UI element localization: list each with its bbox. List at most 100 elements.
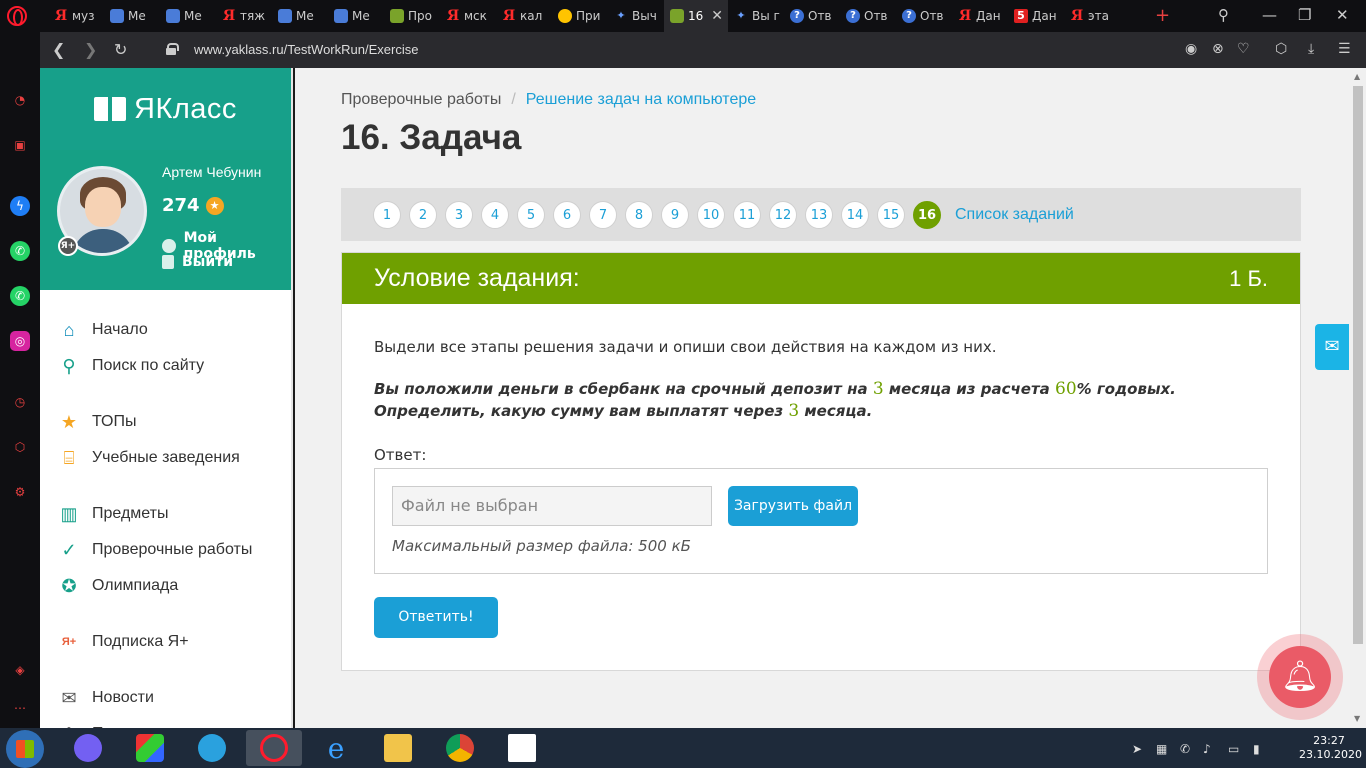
browser-tab[interactable]: ✦ Выч [608,0,664,32]
browser-tab[interactable]: Me [104,0,160,32]
breadcrumb-current[interactable]: Решение задач на компьютере [526,91,756,108]
battery-icon[interactable]: ▭ [1228,742,1239,756]
sidebar-item[interactable]: ✓ Проверочные работы [40,532,291,568]
download-icon[interactable]: ⤓ [1308,41,1314,57]
taskbar-explorer[interactable] [370,730,426,766]
search-tabs-icon[interactable]: ⚲ [1218,6,1229,24]
sidebar-item[interactable]: ☗Переменка [40,716,291,729]
browser-tab[interactable]: Я Дан [952,0,1008,32]
sidebar-item[interactable]: ★ ТОПы [40,404,291,440]
more-icon[interactable]: ⋯ [10,698,30,718]
site-logo[interactable]: ЯКласс [40,68,291,150]
task-page-button[interactable]: 12 [769,200,797,229]
new-tab-icon[interactable]: + [1155,5,1170,26]
history-icon[interactable]: ◷ [10,392,30,412]
close-window-icon[interactable]: ✕ [1336,6,1349,24]
browser-tab[interactable]: 16 ✕ [664,0,728,32]
sidebar-item[interactable]: ⚲ Поиск по сайту [40,348,291,384]
signal-icon[interactable]: ▮ [1253,742,1260,756]
browser-tab[interactable]: Якал [496,0,552,32]
adblock-icon[interactable]: ⊗ [1212,41,1224,57]
task-page-button[interactable]: 3 [445,200,473,229]
instagram-icon[interactable]: ◎ [10,331,30,351]
back-icon[interactable]: ❮ [52,40,65,59]
start-button[interactable] [6,730,44,768]
minimize-icon[interactable]: — [1262,6,1277,24]
task-page-button[interactable]: 8 [625,200,653,229]
sidebar-item[interactable]: ⌂ Начало [40,312,291,348]
forward-icon[interactable]: ❯ [84,40,97,59]
task-page-button[interactable]: 11 [733,200,761,229]
whatsapp-icon[interactable]: ✆ [10,241,30,261]
browser-tab[interactable]: ✦ Вы г [728,0,784,32]
task-page-button[interactable]: 5 [517,200,545,229]
volume-icon[interactable]: ♪ [1203,742,1211,756]
page-scrollbar[interactable]: ▲ ▼ [1350,68,1366,728]
browser-tab[interactable]: Ямск [440,0,496,32]
taskbar-chrome[interactable] [432,730,488,766]
messenger-icon[interactable]: ϟ [10,196,30,216]
file-input[interactable]: Файл не выбран [392,486,712,526]
task-page-button[interactable]: 2 [409,200,437,229]
task-page-button[interactable]: 1 [373,200,401,229]
browser-tab[interactable]: ? Отв [784,0,840,32]
cube-icon[interactable]: ⬡ [1275,41,1287,57]
task-page-button[interactable]: 9 [661,200,689,229]
breadcrumb-root[interactable]: Проверочные работы [341,91,501,108]
speed-dial-icon[interactable]: ◔ [10,90,30,110]
taskbar-viber[interactable] [60,730,116,766]
camera-icon[interactable]: ◉ [1185,41,1197,57]
sidebar-item[interactable]: Я+ Подписка Я+ [40,624,291,660]
user-name[interactable]: Артем Чебунин [162,164,261,180]
url-field[interactable]: www.yaklass.ru/TestWorkRun/Exercise [194,42,418,57]
scroll-up-icon[interactable]: ▲ [1354,72,1360,81]
task-page-button[interactable]: 6 [553,200,581,229]
vpn-icon[interactable]: ◈ [10,660,30,680]
browser-tab[interactable]: Ятяж [216,0,272,32]
scroll-down-icon[interactable]: ▼ [1354,714,1360,723]
feedback-mail-icon[interactable]: ✉ [1315,324,1349,370]
task-page-button[interactable]: 10 [697,200,725,229]
task-page-button[interactable]: 13 [805,200,833,229]
easy-setup-icon[interactable]: ☰ [1338,41,1351,57]
scroll-thumb[interactable] [1353,86,1363,644]
heart-icon[interactable]: ♡ [1237,41,1250,57]
browser-tab[interactable]: При [552,0,608,32]
submit-answer-button[interactable]: Ответить! [374,597,498,638]
task-page-button[interactable]: 16 [913,200,941,229]
notification-widget[interactable]: 🔔︎ [1257,634,1343,720]
system-clock[interactable]: 23:27 23.10.2020 [1299,734,1362,762]
browser-tab[interactable]: Me [328,0,384,32]
task-page-button[interactable]: 4 [481,200,509,229]
browser-tab[interactable]: ? Отв [840,0,896,32]
task-page-button[interactable]: 15 [877,200,905,229]
taskbar-opera[interactable] [246,730,302,766]
upload-file-button[interactable]: Загрузить файл [728,486,858,526]
browser-tab[interactable]: 5 Дан [1008,0,1064,32]
taskbar-ie[interactable]: e [308,730,364,766]
taskbar-abcnet[interactable] [494,730,550,766]
whatsapp-icon-2[interactable]: ✆ [10,286,30,306]
sidebar-item[interactable]: ▥ Предметы [40,496,291,532]
task-page-button[interactable]: 7 [589,200,617,229]
task-page-button[interactable]: 14 [841,200,869,229]
taskbar-telegram[interactable] [184,730,240,766]
taskbar-rubik[interactable] [122,730,178,766]
restore-icon[interactable]: ❐ [1298,6,1311,24]
browser-tab[interactable]: Ямуз [48,0,104,32]
browser-tab[interactable]: Про [384,0,440,32]
browser-tab[interactable]: ? Отв [896,0,952,32]
sidebar-item[interactable]: ✉ Новости [40,680,291,716]
logout-link[interactable]: Выйти [162,254,233,270]
extensions-icon[interactable]: ⬡ [10,437,30,457]
viber-tray-icon[interactable]: ✆ [1180,742,1190,756]
reload-icon[interactable]: ↻ [114,40,127,59]
browser-tab[interactable]: Me [272,0,328,32]
settings-icon[interactable]: ⚙ [10,482,30,502]
browser-tab[interactable]: Me [160,0,216,32]
twitch-icon[interactable]: ▣ [10,135,30,155]
telegram-tray-icon[interactable]: ➤ [1132,742,1142,756]
close-tab-icon[interactable]: ✕ [711,8,723,24]
network-status-icon[interactable]: ▦ [1156,742,1167,756]
sidebar-item[interactable]: ✪ Олимпиада [40,568,291,604]
